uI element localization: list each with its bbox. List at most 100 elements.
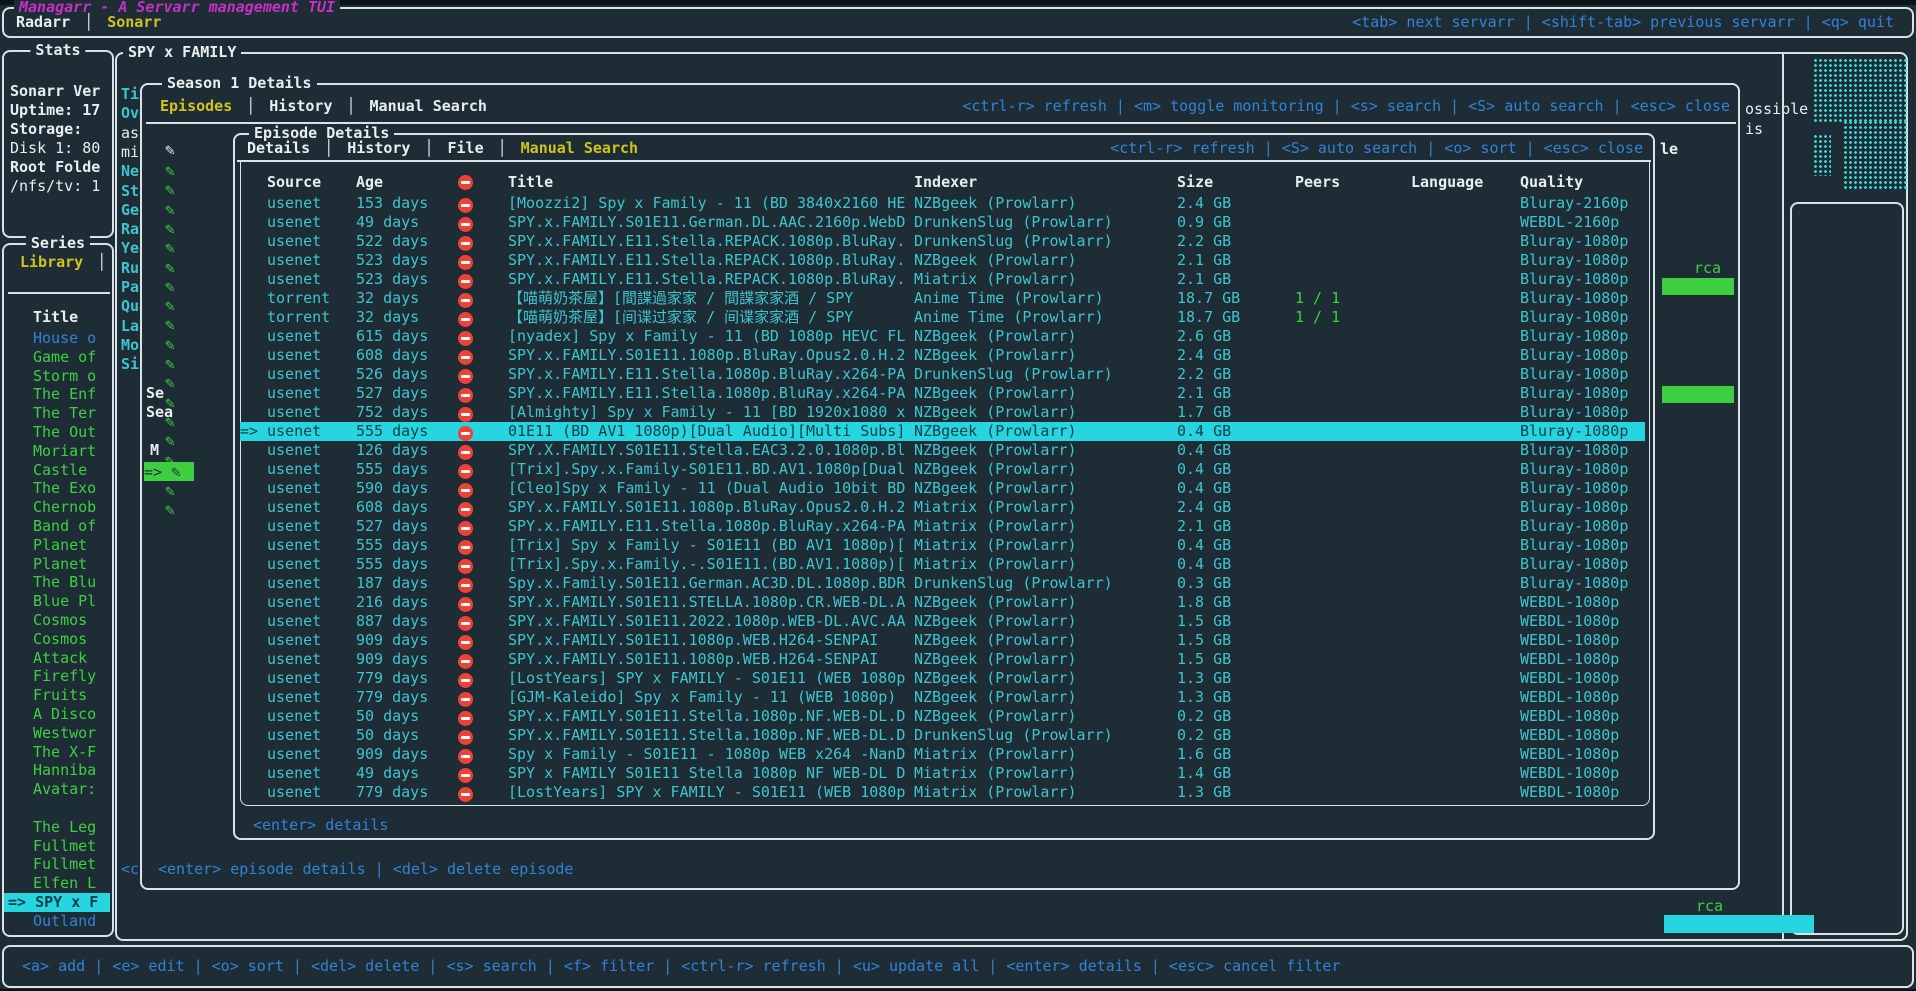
result-row[interactable]: usenet49 daysSPY x FAMILY S01E11 Stella …: [240, 764, 1645, 783]
result-row[interactable]: usenet527 daysSPY.x.FAMILY.E11.Stella.10…: [240, 517, 1645, 536]
series-list-item[interactable]: Cosmos: [33, 630, 87, 649]
pencil-icon[interactable]: ✎: [165, 238, 175, 257]
series-list-item[interactable]: Attack: [33, 649, 87, 668]
result-row[interactable]: usenet153 days[Moozzi2] Spy x Family - 1…: [240, 194, 1645, 213]
result-row[interactable]: usenet523 daysSPY.x.FAMILY.E11.Stella.RE…: [240, 270, 1645, 289]
series-list-item[interactable]: Firefly: [33, 667, 96, 686]
result-row[interactable]: usenet523 daysSPY.x.FAMILY.E11.Stella.RE…: [240, 251, 1645, 270]
pencil-icon[interactable]: ✎: [165, 180, 175, 199]
series-list-item[interactable]: The Enf: [33, 385, 96, 404]
result-row[interactable]: usenet909 daysSPY.x.FAMILY.S01E11.1080p.…: [240, 631, 1645, 650]
result-row[interactable]: usenet909 daysSpy x Family - S01E11 - 10…: [240, 745, 1645, 764]
series-details-window-title: SPY x FAMILY: [123, 43, 241, 61]
result-row[interactable]: usenet608 daysSPY.x.FAMILY.S01E11.1080p.…: [240, 346, 1645, 365]
pencil-icon[interactable]: ✎: [165, 373, 175, 392]
result-row[interactable]: usenet555 days[Trix].Spy.x.Family.-.S01E…: [240, 555, 1645, 574]
pencil-icon[interactable]: ✎: [165, 481, 175, 500]
series-list-item[interactable]: Cosmos: [33, 611, 87, 630]
result-row[interactable]: usenet779 days[GJM-Kaleido] Spy x Family…: [240, 688, 1645, 707]
series-list-item[interactable]: Band of: [33, 517, 96, 536]
series-list-item[interactable]: Storm o: [33, 367, 96, 386]
series-list-item[interactable]: The X-F: [33, 743, 96, 762]
pencil-icon[interactable]: ✎: [165, 296, 175, 315]
episode-tab-history[interactable]: History: [347, 139, 410, 158]
result-row[interactable]: usenet555 days[Trix].Spy.x.Family-S01E11…: [240, 460, 1645, 479]
series-list-item[interactable]: Elfen L: [33, 874, 96, 893]
episode-tab-file[interactable]: File: [448, 139, 484, 158]
result-row[interactable]: usenet752 days[Almighty] Spy x Family - …: [240, 403, 1645, 422]
series-list-item[interactable]: The Exo: [33, 479, 96, 498]
series-list-item[interactable]: Hanniba: [33, 761, 96, 780]
series-list-item[interactable]: Westwor: [33, 724, 96, 743]
result-row[interactable]: usenet50 daysSPY.x.FAMILY.S01E11.Stella.…: [240, 726, 1645, 745]
pencil-icon[interactable]: ✎: [165, 219, 175, 238]
series-list-item[interactable]: The Out: [33, 423, 96, 442]
series-list-item[interactable]: Castle: [33, 461, 87, 480]
series-list-item[interactable]: Game of: [33, 348, 96, 367]
result-row[interactable]: usenet590 days[Cleo]Spy x Family - 11 (D…: [240, 479, 1645, 498]
pencil-icon[interactable]: ✎: [165, 500, 175, 519]
pencil-icon[interactable]: ✎: [165, 140, 175, 159]
result-row[interactable]: usenet779 days[LostYears] SPY x FAMILY -…: [240, 669, 1645, 688]
tab-sonarr[interactable]: Sonarr: [107, 13, 161, 32]
result-row[interactable]: usenet526 daysSPY.x.FAMILY.E11.Stella.10…: [240, 365, 1645, 384]
result-row[interactable]: usenet887 daysSPY.x.FAMILY.S01E11.2022.1…: [240, 612, 1645, 631]
series-list-item[interactable]: House o: [33, 329, 96, 348]
series-list-item-selected[interactable]: => SPY x F: [4, 893, 110, 912]
series-list-item[interactable]: Chernob: [33, 498, 96, 517]
tab-library[interactable]: Library: [20, 253, 83, 272]
result-row[interactable]: usenet779 days[LostYears] SPY x FAMILY -…: [240, 783, 1645, 802]
result-row[interactable]: =>usenet555 days01E11 (BD AV1 1080p)[Dua…: [240, 422, 1645, 441]
series-list-item[interactable]: Blue Pl: [33, 592, 96, 611]
pencil-icon[interactable]: ✎: [165, 161, 175, 180]
series-list-item[interactable]: Fullmet: [33, 855, 96, 874]
series-list-item[interactable]: Avatar:: [33, 780, 96, 799]
series-list-item[interactable]: Avatar:: [33, 799, 96, 818]
episodes-selected-row-fragment[interactable]: => ✎: [144, 462, 194, 481]
result-row[interactable]: usenet50 daysSPY.x.FAMILY.S01E11.Stella.…: [240, 707, 1645, 726]
result-row[interactable]: usenet555 days[Trix] Spy x Family - S01E…: [240, 536, 1645, 555]
episode-tab-details[interactable]: Details: [247, 139, 310, 158]
result-row[interactable]: torrent32 days【喵萌奶茶屋】[間諜過家家 / 間諜家家酒 / SP…: [240, 289, 1645, 308]
pencil-icon[interactable]: ✎: [165, 354, 175, 373]
cell-title: 【喵萌奶茶屋】[間諜過家家 / 間諜家家酒 / SPY: [508, 289, 914, 308]
result-row[interactable]: usenet608 daysSPY.x.FAMILY.S01E11.1080p.…: [240, 498, 1645, 517]
pencil-icon[interactable]: ✎: [165, 200, 175, 219]
result-row[interactable]: torrent32 days【喵萌奶茶屋】[间谍过家家 / 间谍家家酒 / SP…: [240, 308, 1645, 327]
pencil-icon[interactable]: ✎: [165, 277, 175, 296]
result-row[interactable]: usenet216 daysSPY.x.FAMILY.S01E11.STELLA…: [240, 593, 1645, 612]
series-list-item[interactable]: Outland: [33, 912, 96, 931]
result-row[interactable]: usenet527 daysSPY.x.FAMILY.E11.Stella.10…: [240, 384, 1645, 403]
cell-peers: [1295, 479, 1411, 498]
pencil-icon[interactable]: ✎: [165, 315, 175, 334]
series-list-item[interactable]: Moriart: [33, 442, 96, 461]
result-row[interactable]: usenet909 daysSPY.x.FAMILY.S01E11.1080p.…: [240, 650, 1645, 669]
series-list-item[interactable]: The Ter: [33, 404, 96, 423]
season-tab-episodes[interactable]: Episodes: [160, 97, 232, 116]
result-row[interactable]: usenet126 daysSPY.X.FAMILY.S01E11.Stella…: [240, 441, 1645, 460]
cell-rejected: [458, 403, 508, 422]
series-list-item[interactable]: Planet: [33, 536, 87, 555]
result-row[interactable]: usenet49 daysSPY.x.FAMILY.S01E11.German.…: [240, 213, 1645, 232]
episode-tab-manual-search[interactable]: Manual Search: [521, 139, 638, 158]
pencil-icon[interactable]: ✎: [165, 431, 175, 450]
series-list-item[interactable]: A Disco: [33, 705, 96, 724]
cell-quality: Bluray-1080p: [1520, 498, 1645, 517]
tab-radarr[interactable]: Radarr: [16, 13, 70, 32]
series-list-item[interactable]: The Leg: [33, 818, 96, 837]
cell-quality: WEBDL-1080p: [1520, 707, 1645, 726]
header-peers: Peers: [1295, 173, 1411, 192]
pencil-icon[interactable]: ✎: [165, 258, 175, 277]
result-row[interactable]: usenet615 days[nyadex] Spy x Family - 11…: [240, 327, 1645, 346]
result-row[interactable]: usenet522 daysSPY.x.FAMILY.E11.Stella.RE…: [240, 232, 1645, 251]
series-list-item[interactable]: The Blu: [33, 573, 96, 592]
result-row[interactable]: usenet187 daysSpy.x.Family.S01E11.German…: [240, 574, 1645, 593]
cell-indexer: NZBgeek (Prowlarr): [914, 669, 1177, 688]
series-list-item[interactable]: Fruits: [33, 686, 87, 705]
pencil-icon[interactable]: ✎: [165, 335, 175, 354]
season-tab-history[interactable]: History: [269, 97, 332, 116]
series-list-item[interactable]: Fullmet: [33, 837, 96, 856]
series-list-item[interactable]: Planet: [33, 555, 87, 574]
rejected-icon: [458, 369, 473, 384]
season-tab-manual-search[interactable]: Manual Search: [370, 97, 487, 116]
